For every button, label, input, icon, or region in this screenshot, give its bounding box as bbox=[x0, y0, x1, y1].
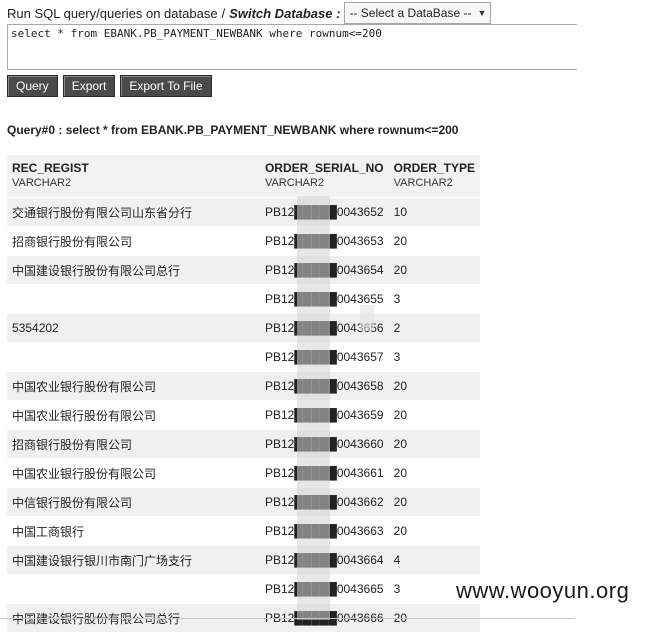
table-row: PB12█████00436573 bbox=[7, 343, 480, 372]
table-cell: 5354202 bbox=[7, 314, 260, 343]
column-name: REC_REGIST bbox=[12, 161, 255, 175]
table-cell bbox=[7, 285, 260, 314]
column-type: VARCHAR2 bbox=[394, 177, 475, 189]
table-cell: 20 bbox=[389, 430, 480, 459]
divider bbox=[0, 618, 575, 619]
table-header-row: REC_REGIST VARCHAR2 ORDER_SERIAL_NO VARC… bbox=[7, 155, 480, 198]
table-row: 中国建设银行银川市南门广场支行PB12█████00436644 bbox=[7, 546, 480, 575]
table-cell: 中国工商银行 bbox=[7, 517, 260, 546]
table-cell: 20 bbox=[389, 488, 480, 517]
header-separator: / bbox=[222, 6, 226, 21]
result-table: REC_REGIST VARCHAR2 ORDER_SERIAL_NO VARC… bbox=[7, 155, 480, 632]
table-cell: 10 bbox=[389, 198, 480, 227]
column-header: REC_REGIST VARCHAR2 bbox=[7, 155, 260, 198]
table-cell: 20 bbox=[389, 401, 480, 430]
table-row: 5354202PB12█████00436562 bbox=[7, 314, 480, 343]
column-header: ORDER_SERIAL_NO VARCHAR2 bbox=[260, 155, 389, 198]
sql-query-input[interactable]: select * from EBANK.PB_PAYMENT_NEWBANK w… bbox=[7, 24, 577, 70]
query-result-title: Query#0 : select * from EBANK.PB_PAYMENT… bbox=[7, 123, 458, 137]
table-row: 招商银行股份有限公司PB12█████004365320 bbox=[7, 227, 480, 256]
column-type: VARCHAR2 bbox=[12, 177, 255, 189]
action-buttons: Query Export Export To File bbox=[7, 75, 212, 97]
table-cell bbox=[7, 575, 260, 604]
export-button[interactable]: Export bbox=[63, 75, 116, 97]
table-cell: 4 bbox=[389, 546, 480, 575]
table-row: 中国农业银行股份有限公司PB12█████004365820 bbox=[7, 372, 480, 401]
table-row: 交通银行股份有限公司山东省分行PB12█████004365210 bbox=[7, 198, 480, 227]
column-type: VARCHAR2 bbox=[265, 177, 384, 189]
table-row: 中国农业银行股份有限公司PB12█████004366120 bbox=[7, 459, 480, 488]
column-header: ORDER_TYPE VARCHAR2 bbox=[389, 155, 480, 198]
table-cell: 交通银行股份有限公司山东省分行 bbox=[7, 198, 260, 227]
table-cell: 中国建设银行银川市南门广场支行 bbox=[7, 546, 260, 575]
table-row: 中国农业银行股份有限公司PB12█████004365920 bbox=[7, 401, 480, 430]
column-name: ORDER_TYPE bbox=[394, 161, 475, 175]
table-cell: 中信银行股份有限公司 bbox=[7, 488, 260, 517]
table-cell: 20 bbox=[389, 256, 480, 285]
chevron-down-icon: ▼ bbox=[477, 8, 486, 18]
table-cell: 招商银行股份有限公司 bbox=[7, 227, 260, 256]
export-to-file-button[interactable]: Export To File bbox=[120, 75, 211, 97]
table-cell: 招商银行股份有限公司 bbox=[7, 430, 260, 459]
table-row: 中国建设银行股份有限公司总行PB12█████004365420 bbox=[7, 256, 480, 285]
table-cell: 中国农业银行股份有限公司 bbox=[7, 372, 260, 401]
table-cell: 3 bbox=[389, 285, 480, 314]
table-cell: 2 bbox=[389, 314, 480, 343]
redaction-mask bbox=[360, 305, 374, 331]
table-cell: 中国农业银行股份有限公司 bbox=[7, 459, 260, 488]
table-cell: 20 bbox=[389, 517, 480, 546]
table-row: PB12█████00436553 bbox=[7, 285, 480, 314]
database-select[interactable]: -- Select a DataBase -- ▼ bbox=[344, 2, 491, 24]
table-cell: 3 bbox=[389, 343, 480, 372]
table-cell: 20 bbox=[389, 372, 480, 401]
header-line: Run SQL query/queries on database / Swit… bbox=[7, 4, 491, 22]
table-row: 中信银行股份有限公司PB12█████004366220 bbox=[7, 488, 480, 517]
table-row: 招商银行股份有限公司PB12█████004366020 bbox=[7, 430, 480, 459]
header-prefix: Run SQL query/queries on database bbox=[7, 6, 218, 21]
table-cell: 中国建设银行股份有限公司总行 bbox=[7, 256, 260, 285]
watermark: www.wooyun.org bbox=[456, 578, 629, 604]
table-row: PB12█████00436653 bbox=[7, 575, 480, 604]
column-name: ORDER_SERIAL_NO bbox=[265, 161, 384, 175]
switch-database-label: Switch Database : bbox=[229, 6, 340, 21]
table-cell: 20 bbox=[389, 227, 480, 256]
table-cell: 中国农业银行股份有限公司 bbox=[7, 401, 260, 430]
table-cell: 20 bbox=[389, 459, 480, 488]
table-row: 中国工商银行PB12█████004366320 bbox=[7, 517, 480, 546]
query-button[interactable]: Query bbox=[7, 75, 58, 97]
database-select-value: -- Select a DataBase -- bbox=[349, 6, 471, 20]
redaction-mask bbox=[297, 196, 330, 620]
table-cell bbox=[7, 343, 260, 372]
